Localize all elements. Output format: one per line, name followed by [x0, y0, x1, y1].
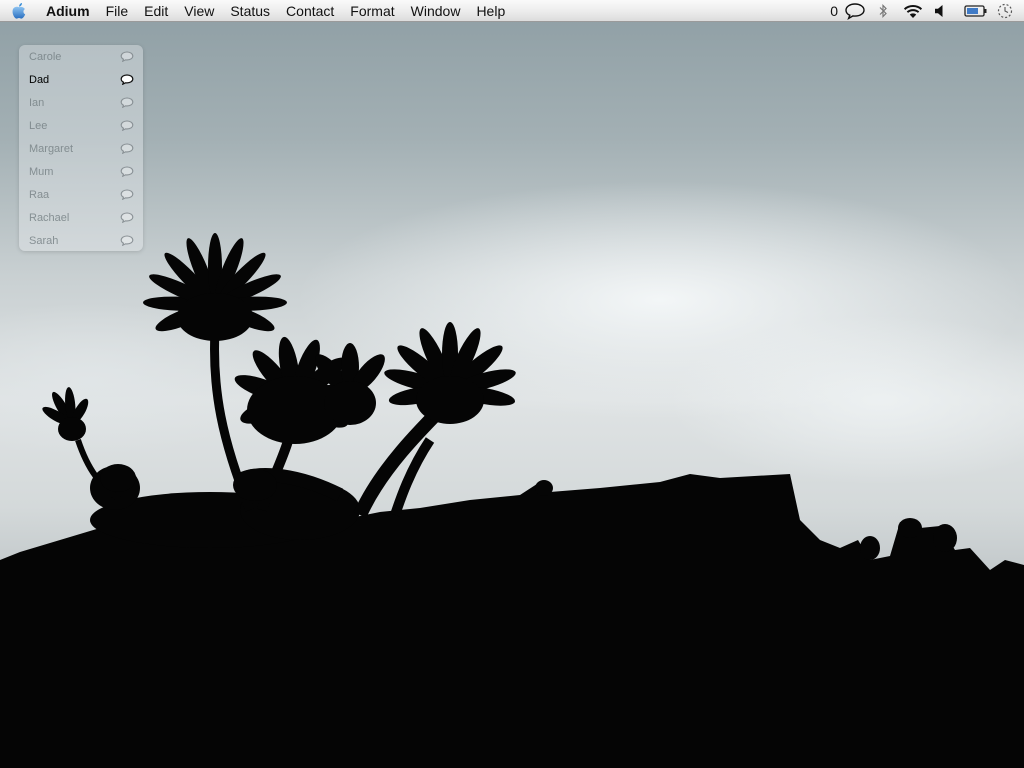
contact-row[interactable]: Mum	[19, 160, 143, 183]
contact-row[interactable]: Sarah	[19, 229, 143, 251]
status-bubble-icon	[120, 74, 134, 85]
menu-bar-left: Adium File Edit View Status Contact Form…	[0, 0, 513, 22]
menu-bar: Adium File Edit View Status Contact Form…	[0, 0, 1024, 22]
menu-file[interactable]: File	[98, 0, 137, 22]
contact-name: Rachael	[29, 211, 70, 224]
status-bubble-icon	[120, 189, 134, 200]
contact-name: Sarah	[29, 234, 59, 247]
battery-menu[interactable]	[964, 0, 988, 22]
menu-app-adium[interactable]: Adium	[38, 0, 98, 22]
contact-name: Mum	[29, 165, 54, 178]
status-bubble-icon	[120, 120, 134, 131]
bluetooth-icon	[879, 3, 887, 18]
bluetooth-menu[interactable]	[878, 0, 888, 22]
volume-menu[interactable]	[934, 0, 946, 22]
menu-view[interactable]: View	[176, 0, 222, 22]
menu-status[interactable]: Status	[222, 0, 278, 22]
contact-name: Lee	[29, 119, 48, 132]
status-bubble-icon	[120, 212, 134, 223]
contact-row[interactable]: Dad	[19, 68, 143, 91]
wifi-menu[interactable]	[902, 0, 924, 22]
apple-menu[interactable]	[0, 0, 38, 22]
contact-name: Margaret	[29, 142, 74, 155]
status-bubble-icon	[120, 143, 134, 154]
contact-name: Dad	[29, 73, 50, 86]
contact-name: Carole	[29, 50, 62, 63]
contact-row[interactable]: Margaret	[19, 137, 143, 160]
contact-row[interactable]: Ian	[19, 91, 143, 114]
desktop: Adium File Edit View Status Contact Form…	[0, 0, 1024, 768]
sync-clock-icon	[997, 3, 1013, 18]
status-bubble-icon	[120, 97, 134, 108]
menu-window[interactable]: Window	[403, 0, 469, 22]
status-bubble-icon	[120, 235, 134, 246]
menu-extras: 0	[821, 0, 1024, 22]
contact-row[interactable]: Carole	[19, 45, 143, 68]
menu-format[interactable]: Format	[342, 0, 402, 22]
menu-edit[interactable]: Edit	[136, 0, 176, 22]
unread-count: 0	[830, 2, 838, 19]
contact-name: Raa	[29, 188, 50, 201]
menu-contact[interactable]: Contact	[278, 0, 342, 22]
contact-list-window[interactable]: Carole Dad Ian Lee Margaret Mum Raa Rach…	[19, 45, 143, 251]
sync-clock-menu[interactable]	[996, 0, 1014, 22]
contact-row[interactable]: Raa	[19, 183, 143, 206]
apple-icon	[12, 2, 26, 19]
contact-row[interactable]: Lee	[19, 114, 143, 137]
speech-bubble-icon	[845, 2, 865, 20]
status-bubble-icon	[120, 51, 134, 62]
contact-name: Ian	[29, 96, 45, 109]
battery-icon	[964, 4, 987, 17]
menu-help[interactable]: Help	[468, 0, 513, 22]
adium-status-menu[interactable]: 0	[830, 0, 866, 22]
status-bubble-icon	[120, 166, 134, 177]
wifi-icon	[903, 4, 923, 18]
desktop-wallpaper	[0, 233, 1024, 768]
contact-row[interactable]: Rachael	[19, 206, 143, 229]
volume-icon	[935, 4, 943, 17]
